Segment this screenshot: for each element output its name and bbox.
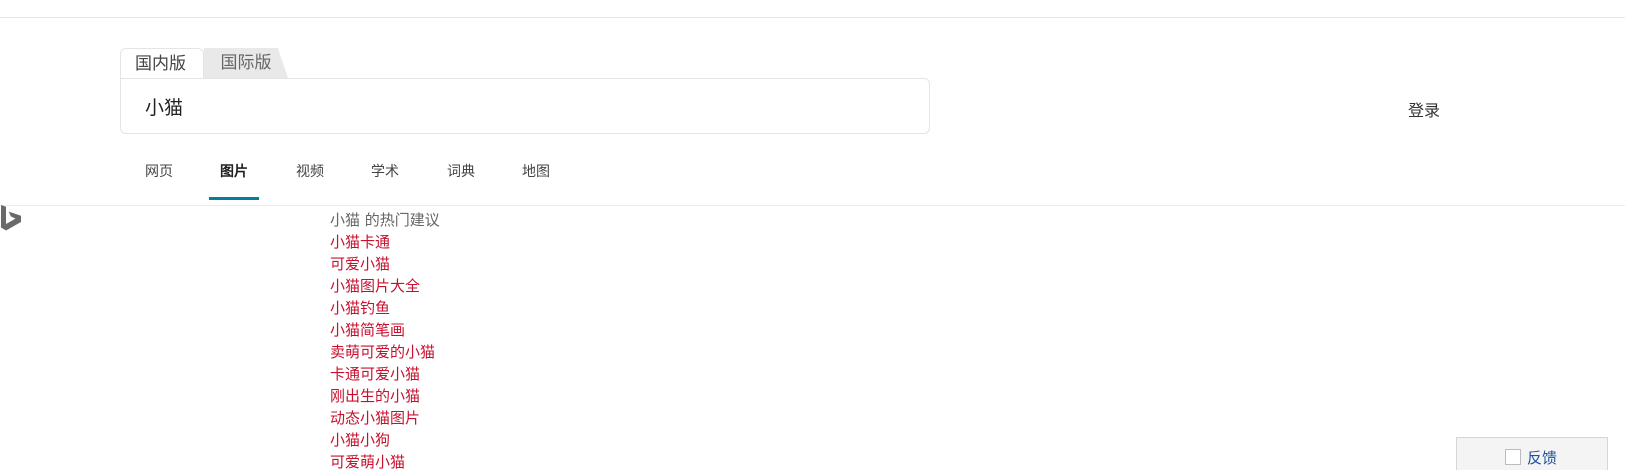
- nav-divider: [0, 205, 1625, 206]
- tab-web[interactable]: 网页: [126, 150, 192, 200]
- suggestions-title: 小猫 的热门建议: [330, 211, 440, 229]
- suggestion-item[interactable]: 小猫简笔画: [330, 319, 440, 341]
- search-input[interactable]: [145, 79, 905, 133]
- suggestion-item[interactable]: 可爱小猫: [330, 253, 440, 275]
- tab-maps[interactable]: 地图: [503, 150, 569, 200]
- bing-logo-icon[interactable]: [0, 205, 24, 235]
- suggestion-item[interactable]: 刚出生的小猫: [330, 385, 440, 407]
- suggestion-item[interactable]: 小猫小狗: [330, 429, 440, 451]
- tab-dictionary[interactable]: 词典: [428, 150, 494, 200]
- suggestion-item[interactable]: 可爱萌小猫: [330, 451, 440, 470]
- top-divider: [0, 17, 1625, 18]
- feedback-label: 反馈: [1527, 449, 1558, 467]
- tab-academic[interactable]: 学术: [352, 150, 418, 200]
- login-link[interactable]: 登录: [1408, 97, 1440, 121]
- tab-images[interactable]: 图片: [201, 150, 267, 200]
- suggestion-item[interactable]: 卡通可爱小猫: [330, 363, 440, 385]
- suggestion-item[interactable]: 小猫钓鱼: [330, 297, 440, 319]
- search-box: [120, 78, 930, 134]
- suggestion-item[interactable]: 小猫卡通: [330, 231, 440, 253]
- tab-domestic[interactable]: 国内版: [120, 48, 204, 78]
- suggestion-item[interactable]: 卖萌可爱的小猫: [330, 341, 440, 363]
- suggestions-list: 小猫 的热门建议 小猫卡通 可爱小猫 小猫图片大全 小猫钓鱼 小猫简笔画 卖萌可…: [330, 209, 440, 470]
- suggestion-item[interactable]: 动态小猫图片: [330, 407, 440, 429]
- feedback-icon: [1505, 449, 1521, 465]
- tab-international[interactable]: 国际版: [204, 48, 288, 78]
- tab-videos[interactable]: 视频: [277, 150, 343, 200]
- feedback-button[interactable]: 反馈: [1456, 437, 1608, 470]
- suggestion-item[interactable]: 小猫图片大全: [330, 275, 440, 297]
- page: 国内版 国际版 登录 网页 图片 视频 学术 词典 地图 小猫 的热门建议 小猫…: [0, 0, 1625, 470]
